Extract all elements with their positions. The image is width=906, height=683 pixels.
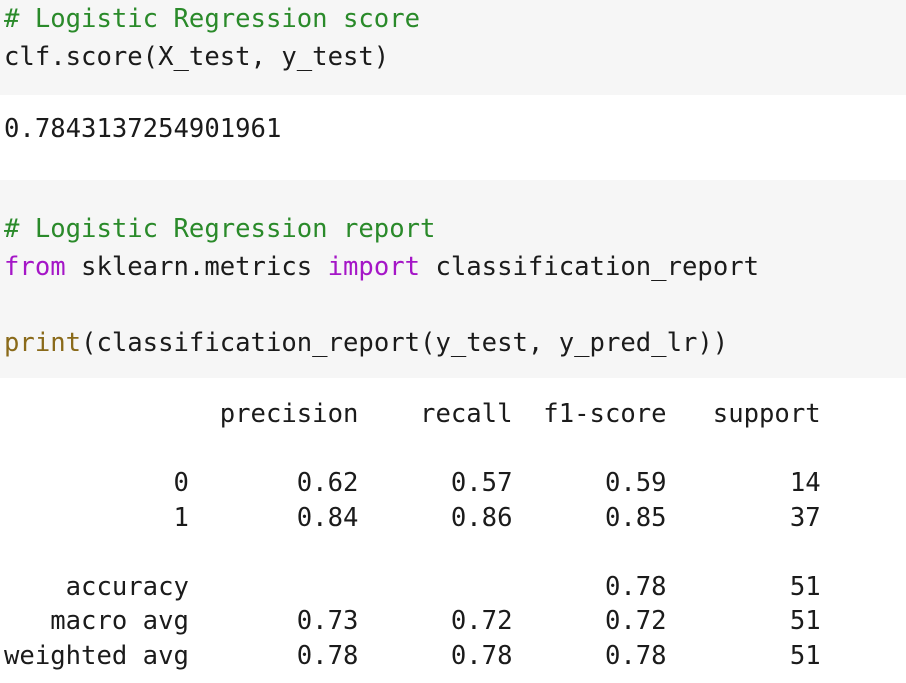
- code-cell-1-output: 0.7843137254901961: [0, 110, 906, 150]
- code-comment: # Logistic Regression score: [4, 4, 421, 34]
- classification-report-output: precision recall f1-score support 0 0.62…: [0, 397, 906, 683]
- report-row-accuracy: accuracy 0.78 51: [4, 571, 821, 602]
- report-row-class-1: 1 0.84 0.86 0.85 37: [4, 502, 821, 533]
- builtin-print: print: [4, 328, 82, 358]
- report-row-macro-avg: macro avg 0.73 0.72 0.72 51: [4, 606, 821, 636]
- code-comment: # Logistic Regression report: [4, 214, 436, 244]
- code-line: clf.score(X_test, y_test): [4, 42, 390, 72]
- print-line: print(classification_report(y_test, y_pr…: [4, 324, 906, 362]
- import-line: from sklearn.metrics import classificati…: [4, 248, 906, 286]
- code-cell-2-input[interactable]: # Logistic Regression report from sklear…: [0, 180, 906, 378]
- report-header-row: precision recall f1-score support: [4, 399, 821, 429]
- code-cell-1-input[interactable]: # Logistic Regression score clf.score(X_…: [0, 0, 906, 95]
- keyword-import: import: [327, 252, 421, 282]
- import-name: classification_report: [420, 252, 760, 282]
- print-args: (classification_report(y_test, y_pred_lr…: [81, 328, 729, 358]
- report-row-class-0: 0 0.62 0.57 0.59 14: [4, 468, 821, 498]
- module-name: sklearn.metrics: [65, 252, 328, 282]
- report-blank-row: [4, 432, 906, 467]
- report-row-weighted-avg: weighted avg 0.78 0.78 0.78 51: [4, 640, 821, 671]
- output-text: 0.7843137254901961: [4, 114, 282, 144]
- report-blank-row: [4, 535, 906, 570]
- keyword-from: from: [4, 252, 66, 282]
